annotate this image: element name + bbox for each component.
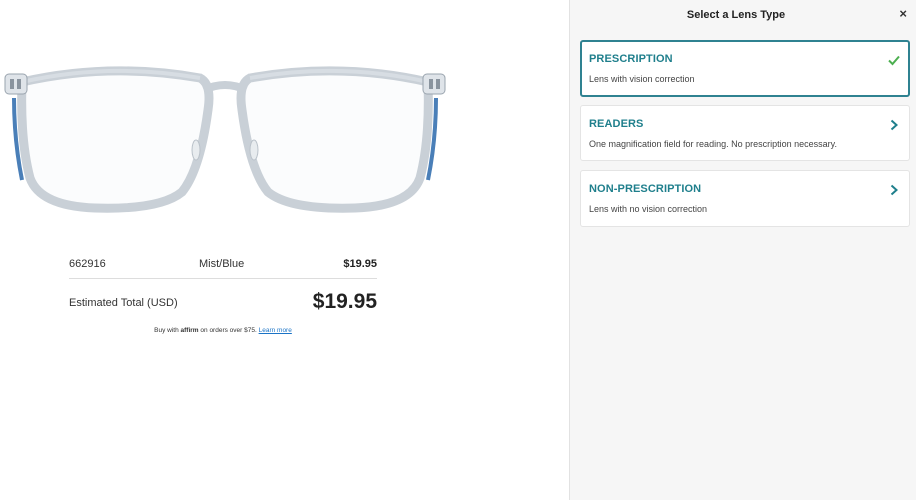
close-button[interactable]: × [899, 7, 907, 21]
lens-option-prescription[interactable]: PRESCRIPTION Lens with vision correction [580, 40, 910, 97]
product-color: Mist/Blue [199, 258, 245, 270]
panel-title: Select a Lens Type [686, 9, 786, 21]
affirm-logo: affirm [180, 327, 199, 334]
product-sku: 662916 [69, 258, 106, 270]
product-line: 662916 Mist/Blue $19.95 [69, 255, 377, 279]
total-amount: $19.95 [312, 290, 377, 313]
lens-option-title: PRESCRIPTION [589, 53, 673, 65]
page: 662916 Mist/Blue $19.95 Estimated Total … [0, 0, 916, 500]
eyeglasses-image [4, 66, 446, 213]
lens-type-panel: Select a Lens Type × PRESCRIPTION Lens w… [569, 0, 916, 500]
estimated-total: Estimated Total (USD) $19.95 [69, 288, 377, 318]
lens-option-desc: One magnification field for reading. No … [589, 139, 837, 149]
total-label: Estimated Total (USD) [69, 297, 178, 309]
affirm-suffix: on orders over $75. [200, 327, 257, 334]
chevron-right-icon [890, 184, 898, 196]
lens-option-desc: Lens with no vision correction [589, 204, 708, 214]
affirm-promo: Buy with affirm on orders over $75. Lear… [69, 327, 377, 334]
lens-option-title: READERS [589, 118, 644, 130]
lens-option-readers[interactable]: READERS One magnification field for read… [580, 105, 910, 161]
product-price: $19.95 [343, 258, 377, 270]
chevron-right-icon [890, 119, 898, 131]
learn-more-link[interactable]: Learn more [259, 327, 292, 334]
lens-option-title: NON-PRESCRIPTION [589, 183, 702, 195]
check-icon [888, 55, 900, 66]
product-area: 662916 Mist/Blue $19.95 Estimated Total … [0, 0, 569, 500]
affirm-prefix: Buy with [154, 327, 179, 334]
lens-option-non-prescription[interactable]: NON-PRESCRIPTION Lens with no vision cor… [580, 170, 910, 227]
lens-option-desc: Lens with vision correction [589, 74, 695, 84]
